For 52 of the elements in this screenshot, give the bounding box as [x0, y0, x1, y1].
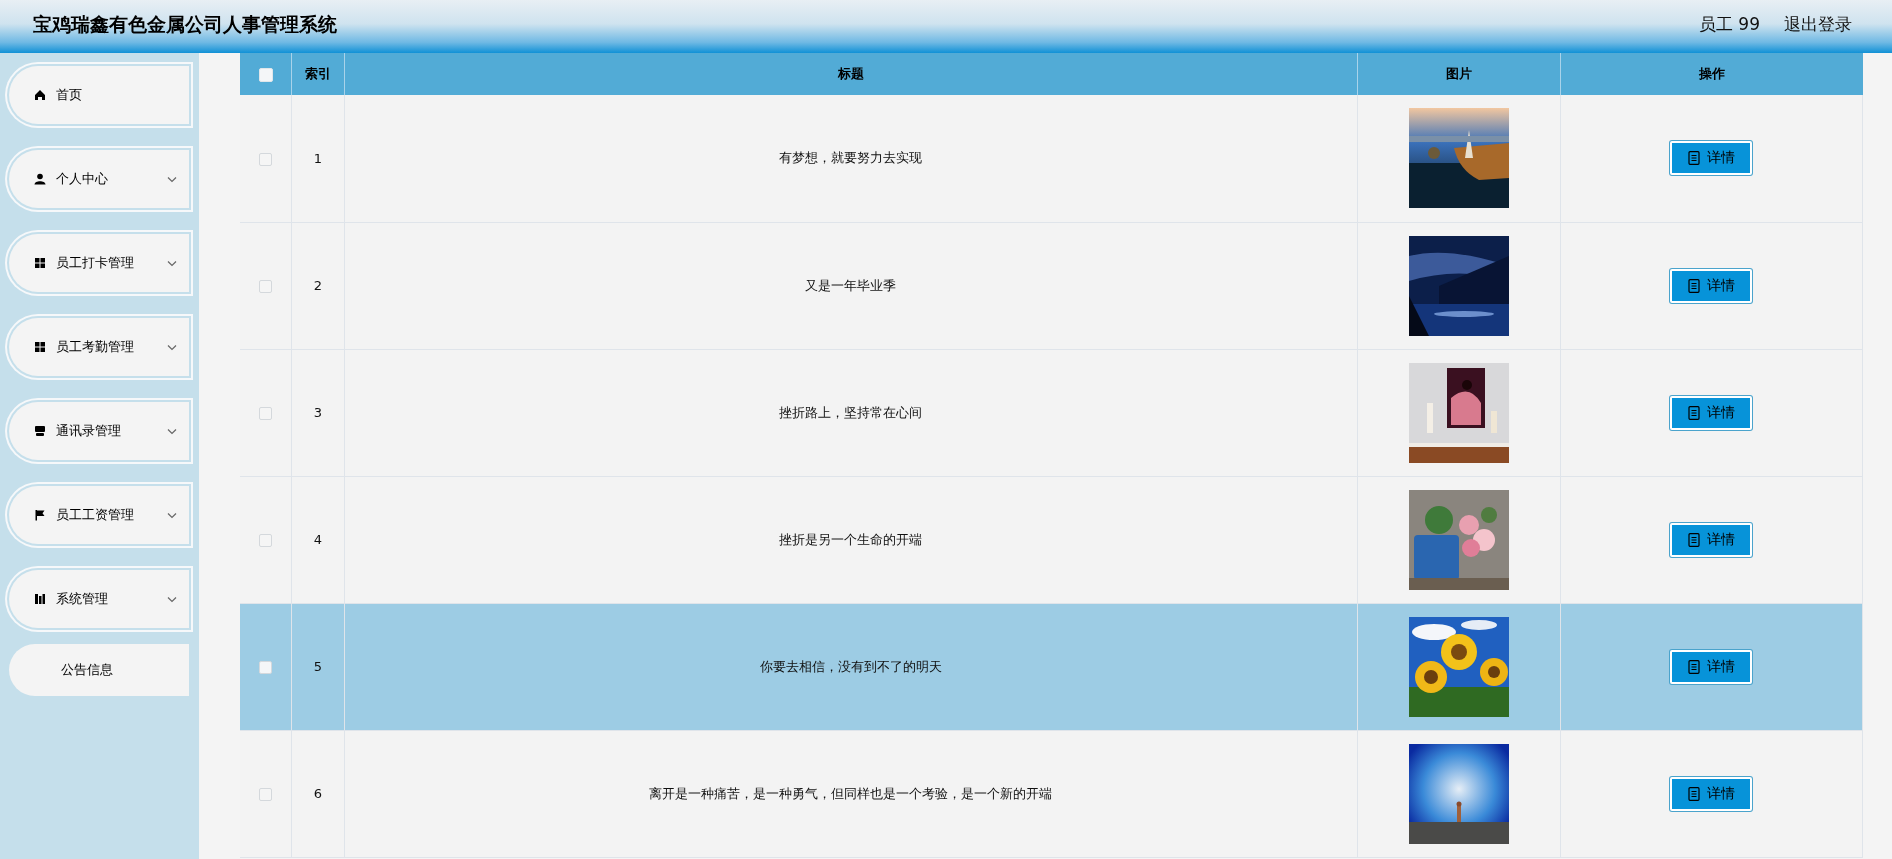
table-cell: 4	[313, 532, 323, 547]
table-cell: 挫折路上，坚持常在心间	[779, 404, 923, 420]
checkbox[interactable]	[259, 407, 272, 420]
detail-button[interactable]: 详情	[1670, 522, 1753, 557]
table-cell: 1	[313, 150, 323, 166]
checkbox[interactable]	[259, 661, 272, 674]
table-cell: 2	[313, 278, 323, 293]
detail-button[interactable]: 详情	[1670, 395, 1753, 430]
column-header: 图片	[1445, 66, 1472, 81]
detail-button[interactable]: 详情	[1670, 649, 1753, 684]
table-cell: 又是一年毕业季	[805, 277, 897, 293]
app-title: 宝鸡瑞鑫有色金属公司人事管理系统	[33, 11, 337, 37]
checkbox[interactable]	[258, 67, 273, 82]
table-cell: 有梦想，就要努力去实现	[779, 150, 923, 166]
column-header: 索引	[305, 66, 331, 81]
home-icon	[34, 89, 46, 101]
document-icon	[1687, 151, 1700, 166]
table-cell: 挫折是另一个生命的开端	[779, 531, 923, 547]
table-row[interactable]: 4 挫折是另一个生命的开端 详情	[240, 476, 1863, 603]
document-icon	[1687, 278, 1700, 293]
table-cell: 6	[313, 786, 323, 801]
column-header: 标题	[837, 66, 864, 81]
document-icon	[1687, 405, 1700, 420]
table-row[interactable]: 5 你要去相信，没有到不了的明天 详情	[240, 603, 1863, 730]
table-row[interactable]: 2 又是一年毕业季 详情	[240, 222, 1863, 349]
column-header: 操作	[1698, 66, 1725, 81]
detail-button[interactable]: 详情	[1670, 776, 1753, 811]
user-name: 员工 99	[1698, 13, 1760, 36]
detail-button[interactable]: 详情	[1670, 268, 1753, 303]
chart-icon	[34, 593, 46, 605]
document-icon	[1687, 659, 1700, 674]
table-row[interactable]: 6 离开是一种痛苦，是一种勇气，但同样也是一个考验，是一个新的开端 详情	[240, 730, 1863, 857]
table-cell: 离开是一种痛苦，是一种勇气，但同样也是一个考验，是一个新的开端	[649, 785, 1053, 801]
flag-icon	[34, 509, 46, 521]
table-cell: 5	[313, 659, 323, 674]
user-icon	[34, 173, 46, 185]
table-cell: 你要去相信，没有到不了的明天	[759, 658, 942, 674]
table-cell: 3	[313, 405, 323, 420]
checkbox[interactable]	[259, 788, 272, 801]
tray-icon	[34, 425, 46, 437]
checkbox[interactable]	[259, 152, 272, 166]
sidebar-item[interactable]: 公告信息	[9, 644, 189, 696]
checkbox[interactable]	[259, 280, 272, 293]
document-icon	[1687, 532, 1700, 547]
document-icon	[1687, 786, 1700, 801]
checkbox[interactable]	[259, 534, 272, 547]
table-row[interactable]: 3 挫折路上，坚持常在心间 详情	[240, 349, 1863, 476]
table-row[interactable]: 1 有梦想，就要努力去实现 详情	[240, 95, 1863, 222]
grid-icon	[34, 341, 46, 353]
detail-button[interactable]: 详情	[1670, 141, 1753, 176]
logout-link[interactable]: 退出登录	[1784, 13, 1852, 36]
grid-icon	[34, 257, 46, 269]
